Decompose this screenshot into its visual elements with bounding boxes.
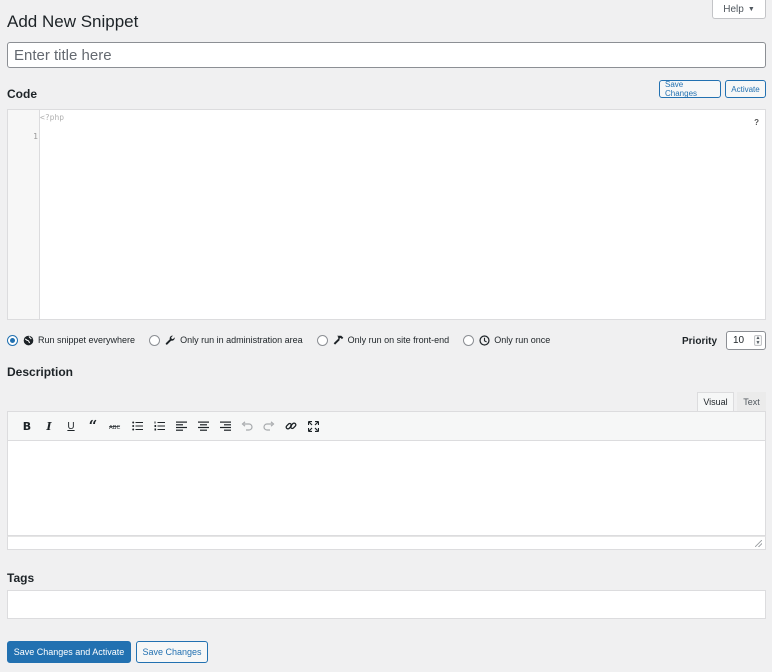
code-label: Code [7, 87, 37, 101]
caret-down-icon: ▼ [747, 5, 755, 13]
scope-option-once[interactable]: Only run once [463, 334, 551, 346]
underline-icon[interactable]: U [60, 415, 82, 437]
editor-gutter: 1 [8, 110, 40, 319]
tags-input[interactable] [7, 590, 766, 619]
save-changes-button[interactable]: Save Changes [136, 641, 208, 663]
priority-input[interactable]: 10 ▲ ▼ [726, 331, 766, 350]
align-center-icon[interactable] [192, 415, 214, 437]
tab-visual[interactable]: Visual [697, 392, 734, 412]
scope-radio-frontend[interactable] [316, 334, 328, 346]
scope-option-admin[interactable]: Only run in administration area [149, 334, 303, 346]
align-left-icon[interactable] [170, 415, 192, 437]
scope-label-admin: Only run in administration area [180, 335, 303, 345]
activate-small-button[interactable]: Activate [725, 80, 766, 98]
php-open-tag: <?php [40, 113, 65, 122]
bullet-list-icon[interactable] [126, 415, 148, 437]
wrench-icon [165, 335, 176, 346]
strikethrough-icon[interactable]: ABC [104, 415, 126, 437]
scope-options: Run snippet everywhere Only run in admin… [7, 332, 564, 348]
save-changes-small-button[interactable]: Save Changes [659, 80, 721, 98]
numbered-list-icon[interactable] [148, 415, 170, 437]
tags-label: Tags [7, 571, 35, 585]
undo-icon[interactable] [236, 415, 258, 437]
priority-label: Priority [682, 336, 718, 347]
help-label: Help [723, 3, 744, 15]
fullscreen-icon[interactable] [302, 415, 324, 437]
clock-icon [479, 334, 490, 346]
save-and-activate-button[interactable]: Save Changes and Activate [7, 641, 131, 663]
globe-icon [23, 335, 34, 346]
description-content-area[interactable] [7, 441, 766, 536]
editor-help-icon[interactable]: ? [754, 118, 759, 127]
editor-status-bar [7, 536, 766, 550]
link-icon[interactable] [280, 415, 302, 437]
line-number: 1 [33, 132, 38, 141]
scope-option-frontend[interactable]: Only run on site front-end [316, 334, 450, 346]
snippet-title-input[interactable] [7, 42, 766, 68]
page-title: Add New Snippet [7, 12, 139, 31]
scope-label-everywhere: Run snippet everywhere [38, 335, 136, 345]
scope-radio-everywhere[interactable] [7, 334, 18, 346]
redo-icon[interactable] [258, 415, 280, 437]
priority-value: 10 [733, 335, 745, 346]
resize-handle-icon[interactable] [755, 540, 762, 547]
italic-icon[interactable]: I [38, 415, 60, 437]
code-editor[interactable]: 1 <?php ? [7, 109, 766, 320]
scope-label-once: Only run once [494, 335, 551, 345]
description-label: Description [7, 365, 74, 379]
blockquote-icon[interactable]: “ [82, 415, 104, 437]
tab-text[interactable]: Text [737, 392, 766, 412]
editor-toolbar: B I U “ ABC [7, 411, 766, 441]
bold-icon[interactable]: B [16, 415, 38, 437]
scope-radio-once[interactable] [463, 334, 475, 346]
scope-radio-admin[interactable] [149, 334, 161, 346]
scope-label-frontend: Only run on site front-end [347, 335, 450, 345]
help-tab-button[interactable]: Help ▼ [712, 0, 766, 19]
hammer-icon [333, 335, 344, 346]
align-right-icon[interactable] [214, 415, 236, 437]
scope-option-everywhere[interactable]: Run snippet everywhere [7, 334, 136, 346]
priority-spinner[interactable]: ▲ ▼ [754, 335, 762, 346]
svg-text:ABC: ABC [109, 425, 120, 430]
